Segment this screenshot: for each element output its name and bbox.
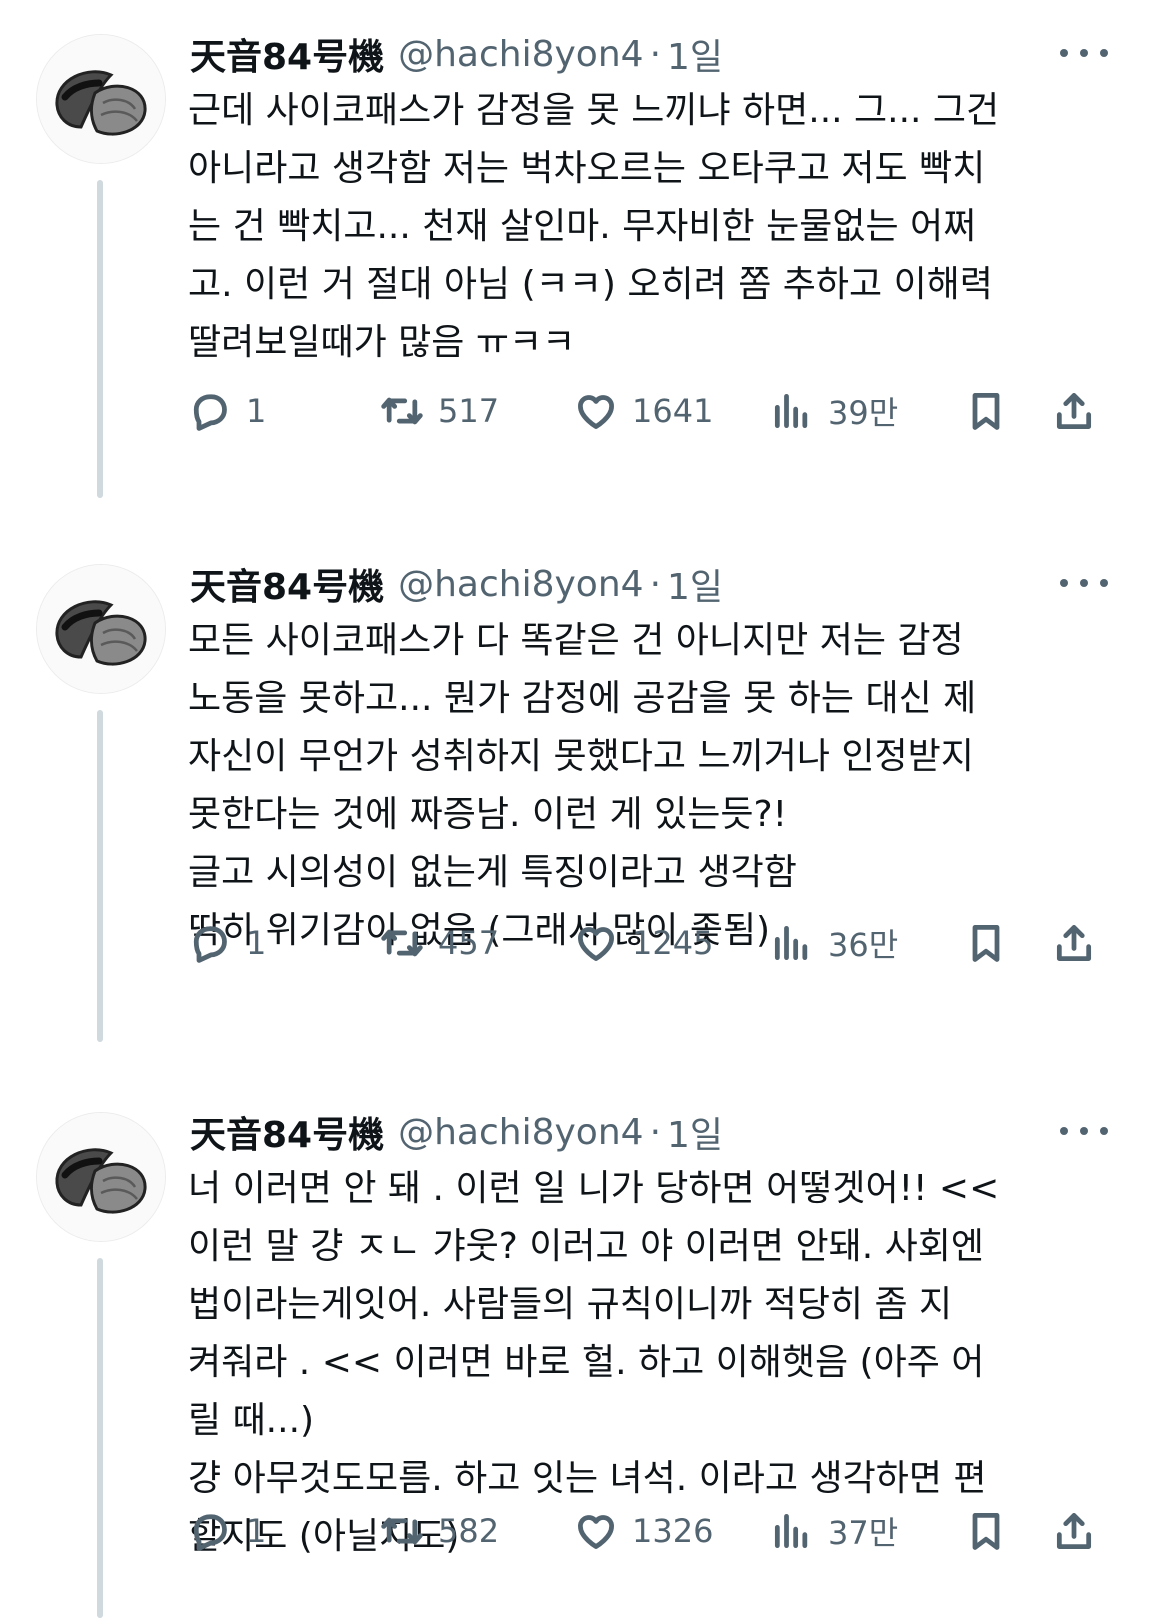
- views-button[interactable]: 39만: [770, 384, 898, 438]
- tweet-text: 모든 사이코패스가 다 똑같은 건 아니지만 저는 감정 노동을 못하고... …: [188, 620, 977, 951]
- like-button[interactable]: 1326: [574, 1504, 713, 1558]
- author-handle[interactable]: @hachi8yon4: [398, 34, 643, 75]
- views-button[interactable]: 36만: [770, 916, 898, 970]
- bookmark-button[interactable]: [964, 916, 1008, 970]
- retweet-count: 517: [438, 392, 500, 430]
- tweet[interactable]: 天音84号機 @hachi8yon4 · 1일 근데 사이코패스가 감정을 못 …: [0, 0, 1170, 530]
- share-icon: [1056, 393, 1092, 429]
- share-button[interactable]: [1052, 916, 1096, 970]
- bookmark-icon: [972, 1513, 1000, 1550]
- bookmark-icon: [972, 393, 1000, 430]
- tweet-actions: 1 582 1326 37만: [188, 1504, 1108, 1558]
- author-name[interactable]: 天音84号機: [190, 28, 384, 80]
- bookmark-icon: [972, 925, 1000, 962]
- tweet[interactable]: 天音84号機 @hachi8yon4 · 1일 모든 사이코패스가 다 똑같은 …: [0, 530, 1170, 1078]
- reply-count: 1: [246, 924, 267, 962]
- views-button[interactable]: 37만: [770, 1504, 898, 1558]
- reply-count: 1: [246, 392, 267, 430]
- heart-icon: [578, 927, 614, 961]
- views-bar-chart-icon: [774, 393, 808, 429]
- retweet-icon: [381, 1517, 423, 1545]
- more-dots-icon[interactable]: [1060, 566, 1108, 600]
- thread-connector-line: [97, 1258, 103, 1618]
- post-time[interactable]: 1일: [667, 558, 723, 610]
- separator-dot: ·: [649, 563, 662, 605]
- views-count: 36만: [828, 926, 899, 964]
- heart-icon: [578, 395, 614, 429]
- views-count: 39만: [828, 394, 899, 432]
- tweet-header: 天音84号機 @hachi8yon4 · 1일: [190, 1106, 723, 1158]
- like-button[interactable]: 1245: [574, 916, 713, 970]
- reply-button[interactable]: 1: [188, 1504, 266, 1558]
- tweet-header: 天音84号機 @hachi8yon4 · 1일: [190, 558, 723, 610]
- like-count: 1245: [632, 924, 714, 962]
- avatar[interactable]: [36, 34, 166, 164]
- author-handle[interactable]: @hachi8yon4: [398, 564, 643, 605]
- author-handle[interactable]: @hachi8yon4: [398, 1112, 643, 1153]
- reply-button[interactable]: 1: [188, 916, 266, 970]
- retweet-count: 582: [438, 1512, 500, 1550]
- reply-count: 1: [246, 1512, 267, 1550]
- reply-icon: [193, 394, 227, 431]
- separator-dot: ·: [649, 1111, 662, 1153]
- avatar[interactable]: [36, 1112, 166, 1242]
- separator-dot: ·: [649, 33, 662, 75]
- more-dots-icon[interactable]: [1060, 36, 1108, 70]
- views-count: 37만: [828, 1514, 899, 1552]
- bookmark-button[interactable]: [964, 384, 1008, 438]
- share-button[interactable]: [1052, 384, 1096, 438]
- retweet-icon: [381, 929, 423, 957]
- retweet-button[interactable]: 457: [380, 916, 499, 970]
- retweet-icon: [381, 397, 423, 425]
- author-name[interactable]: 天音84号機: [190, 558, 384, 610]
- tweet-header: 天音84号機 @hachi8yon4 · 1일: [190, 28, 723, 80]
- views-bar-chart-icon: [774, 925, 808, 961]
- more-dots-icon[interactable]: [1060, 1114, 1108, 1148]
- bookmark-button[interactable]: [964, 1504, 1008, 1558]
- avatar[interactable]: [36, 564, 166, 694]
- tweet-text: 근데 사이코패스가 감정을 못 느끼냐 하면... 그... 그건 아니라고 생…: [188, 90, 1000, 363]
- mochi-avatar-icon: [37, 1113, 165, 1241]
- reply-button[interactable]: 1: [188, 384, 266, 438]
- thread-connector-line: [97, 180, 103, 498]
- heart-icon: [578, 1515, 614, 1549]
- like-button[interactable]: 1641: [574, 384, 713, 438]
- share-button[interactable]: [1052, 1504, 1096, 1558]
- mochi-avatar-icon: [37, 565, 165, 693]
- thread-connector-line: [97, 710, 103, 1042]
- share-icon: [1056, 925, 1092, 961]
- mochi-avatar-icon: [37, 35, 165, 163]
- tweet-actions: 1 457 1245 36만: [188, 916, 1108, 970]
- tweet[interactable]: 天音84号機 @hachi8yon4 · 1일 너 이러면 안 돼 . 이런 일…: [0, 1078, 1170, 1618]
- reply-icon: [193, 926, 227, 963]
- tweet-actions: 1 517 1641 39만: [188, 384, 1108, 438]
- author-name[interactable]: 天音84号機: [190, 1106, 384, 1158]
- views-bar-chart-icon: [774, 1513, 808, 1549]
- retweet-button[interactable]: 517: [380, 384, 499, 438]
- like-count: 1641: [632, 392, 714, 430]
- post-time[interactable]: 1일: [667, 1106, 723, 1158]
- retweet-button[interactable]: 582: [380, 1504, 499, 1558]
- reply-icon: [193, 1514, 227, 1551]
- share-icon: [1056, 1513, 1092, 1549]
- retweet-count: 457: [438, 924, 500, 962]
- post-time[interactable]: 1일: [667, 28, 723, 80]
- like-count: 1326: [632, 1512, 714, 1550]
